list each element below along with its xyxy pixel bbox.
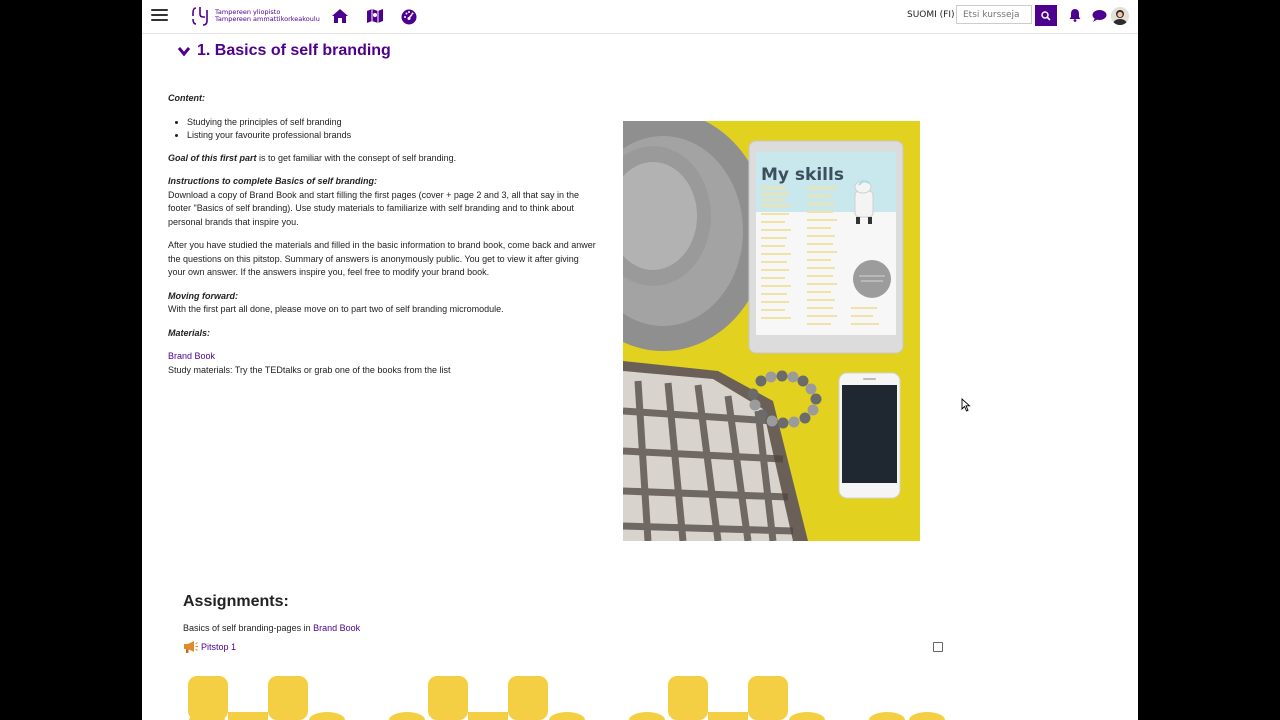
- search-input[interactable]: [956, 5, 1032, 24]
- completion-checkbox[interactable]: [933, 642, 943, 652]
- search-button[interactable]: [1035, 5, 1057, 26]
- logo-text: Tampereen yliopisto Tampereen ammattikor…: [215, 9, 320, 23]
- instructions-text: Download a copy of Brand Book and start …: [168, 189, 579, 227]
- moving-text: With the first part all done, please mov…: [168, 304, 504, 314]
- section-title: 1. Basics of self branding: [197, 42, 391, 59]
- search-icon: [1041, 10, 1051, 21]
- pitstop-link[interactable]: Pitstop 1: [183, 640, 236, 653]
- language-selector[interactable]: SUOMI (FI): [907, 10, 955, 20]
- goal-label: Goal of this first part: [168, 152, 257, 163]
- chevron-down-icon: [177, 47, 191, 57]
- list-item: Listing your favourite professional bran…: [187, 129, 598, 143]
- menu-icon[interactable]: [151, 9, 168, 22]
- decorative-blocks: [188, 676, 945, 720]
- after-paragraph: After you have studied the materials and…: [168, 240, 596, 277]
- assignment-line: Basics of self branding-pages in Brand B…: [183, 623, 360, 633]
- materials-label: Materials:: [168, 327, 211, 338]
- top-navbar: Tampereen yliopisto Tampereen ammattikor…: [142, 0, 1138, 34]
- mouse-cursor-icon: [961, 398, 971, 412]
- brand-book-link[interactable]: Brand Book: [168, 350, 598, 364]
- instructions-label: Instructions to complete Basics of self …: [168, 176, 378, 186]
- section-illustration: My skills: [623, 121, 920, 541]
- goal-text: is to get familiar with the consept of s…: [256, 152, 457, 163]
- avatar[interactable]: [1111, 7, 1129, 25]
- megaphone-icon: [184, 641, 198, 653]
- pitstop-label: Pitstop 1: [201, 641, 237, 652]
- content-label: Content:: [168, 93, 205, 103]
- goal-paragraph: Goal of this first part is to get famili…: [168, 152, 598, 166]
- list-item: Studying the principles of self branding: [187, 116, 598, 130]
- content-list: Studying the principles of self branding…: [168, 116, 598, 143]
- map-book-icon[interactable]: [366, 7, 384, 25]
- section-content: Content: Studying the principles of self…: [168, 92, 598, 377]
- skills-illustration-image: My skills: [623, 121, 920, 541]
- section-toggle[interactable]: 1. Basics of self branding: [177, 42, 391, 60]
- bell-icon[interactable]: [1068, 8, 1082, 22]
- user-avatar-icon: [1111, 7, 1129, 25]
- study-materials-text: Study materials: Try the TEDtalks or gra…: [168, 364, 451, 375]
- university-logo[interactable]: Tampereen yliopisto Tampereen ammattikor…: [192, 4, 320, 28]
- moving-label: Moving forward:: [168, 290, 238, 301]
- assignments-title: Assignments:: [183, 593, 289, 610]
- logo-mark-icon: [192, 7, 208, 26]
- brand-book-assignment-link[interactable]: Brand Book: [313, 623, 360, 633]
- page: Tampereen yliopisto Tampereen ammattikor…: [142, 0, 1138, 720]
- tablet-heading: My skills: [761, 165, 844, 185]
- assignment-line-text: Basics of self branding-pages in: [183, 623, 314, 633]
- logo-line-2: Tampereen ammattikorkeakoulu: [215, 15, 320, 23]
- instructions-paragraph: Instructions to complete Basics of self …: [168, 175, 598, 229]
- home-icon[interactable]: [331, 7, 349, 25]
- moving-paragraph: Moving forward: With the first part all d…: [168, 290, 598, 317]
- dashboard-icon[interactable]: [400, 7, 418, 25]
- chat-icon[interactable]: [1092, 9, 1107, 22]
